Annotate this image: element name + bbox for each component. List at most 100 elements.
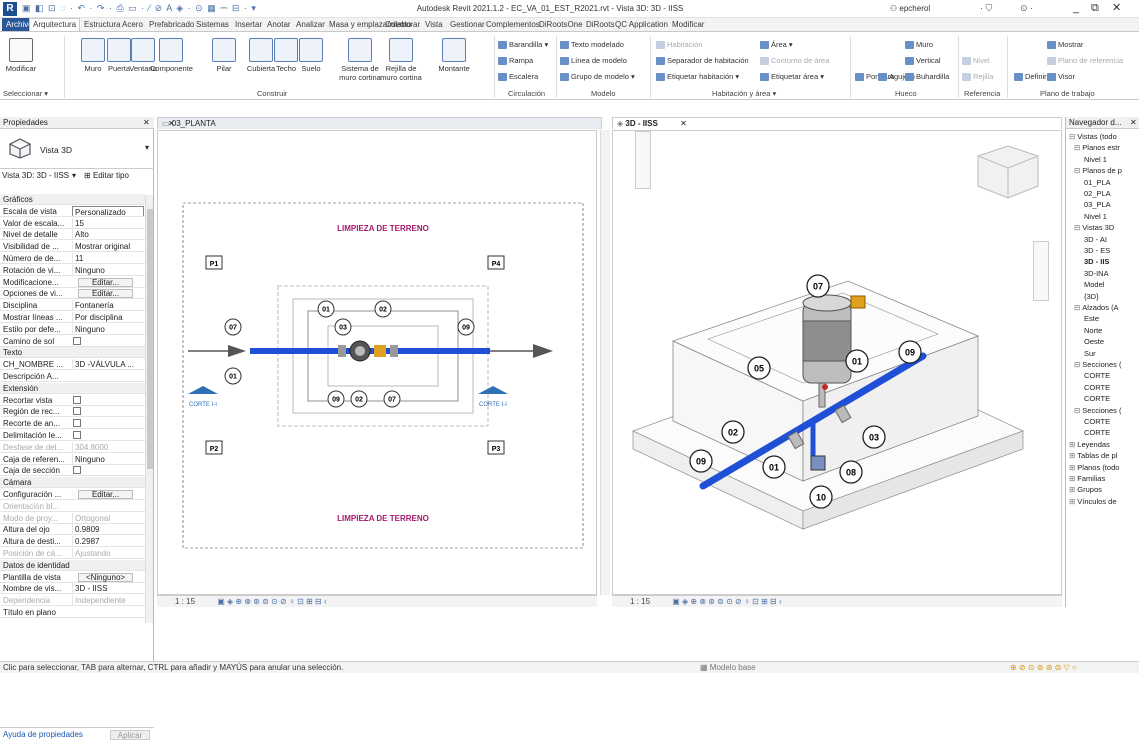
plano-definir-button[interactable]: Definir [1014, 72, 1047, 82]
property-row[interactable]: Modificacione... Editar... [0, 277, 145, 288]
property-row[interactable]: Recortar vista [0, 395, 145, 406]
selection-filter-icons[interactable]: ⊕ ⊘ ⊙ ⊚ ⊛ ⊜ ▽ ○ [1010, 662, 1077, 673]
edit-type-button[interactable]: ⊞ Editar tipo [84, 170, 129, 182]
browser-item[interactable]: {3D} [1084, 292, 1099, 302]
property-row[interactable]: Número de de... 11 [0, 253, 145, 264]
navigation-bar-left[interactable] [635, 131, 651, 189]
tab-anotar[interactable]: Anotar [267, 20, 291, 29]
browser-item[interactable]: 3D - AI [1084, 235, 1107, 245]
hueco-vertical-button[interactable]: Vertical [905, 56, 941, 66]
browser-item[interactable]: 3D-INA [1084, 269, 1109, 279]
habitacion-etiquetar-rea--button[interactable]: Etiquetar área ▾ [760, 72, 824, 82]
view-scale[interactable]: 1 : 15 [630, 597, 650, 606]
drain-grate[interactable] [810, 455, 826, 471]
tab-close-icon[interactable]: ✕ [680, 119, 687, 128]
property-row[interactable]: Opciones de vi... Editar... [0, 288, 145, 300]
build-suelo-button[interactable]: Suelo [290, 38, 332, 73]
browser-item[interactable]: Nivel 1 [1084, 155, 1107, 165]
restore-button[interactable]: ⧉ [1091, 2, 1099, 15]
expand-icon[interactable]: ⊞ [1069, 485, 1075, 494]
browser-item[interactable]: CORTE [1084, 428, 1110, 438]
property-checkbox[interactable] [73, 336, 81, 345]
property-value[interactable]: Por disciplina [72, 312, 144, 322]
property-value[interactable]: Ajustando [72, 548, 144, 558]
navigation-bar[interactable] [1033, 241, 1049, 301]
section-marker-left[interactable] [188, 386, 218, 394]
expand-icon[interactable]: ⊞ [1069, 497, 1075, 506]
plano-visor-button[interactable]: Visor [1047, 72, 1075, 82]
property-value[interactable]: Mostrar original [72, 241, 144, 252]
property-row[interactable]: Posición de cá... Ajustando [0, 548, 145, 559]
habitacion-habitaci-n-button[interactable]: Habitación [656, 40, 702, 50]
browser-item[interactable]: ⊟ Secciones ( [1074, 360, 1121, 370]
browser-item[interactable]: Nivel 1 [1084, 212, 1107, 222]
modelo-l-nea-de-modelo-button[interactable]: Línea de modelo [560, 56, 627, 66]
section-marker-right[interactable] [478, 386, 508, 394]
browser-item[interactable]: Norte [1084, 326, 1102, 336]
tab-estructura[interactable]: Estructura [84, 20, 120, 29]
property-row[interactable]: Rotación de vi... Ninguno [0, 264, 145, 276]
expand-icon[interactable]: ⊟ [1074, 406, 1080, 415]
property-row[interactable]: Dependencia Independiente [0, 595, 145, 607]
property-value[interactable]: Independiente [72, 595, 144, 606]
browser-item[interactable]: ⊞ Grupos [1069, 485, 1102, 495]
close-button[interactable]: ✕ [1112, 1, 1121, 14]
browser-item[interactable]: Model [1084, 280, 1104, 290]
select-dropdown[interactable]: Seleccionar ▾ [3, 89, 48, 98]
property-row[interactable]: Escala de vista Personalizado [0, 205, 145, 217]
3d-view-canvas[interactable]: 07 09 01 05 02 03 09 08 01 10 [612, 130, 1062, 595]
property-row[interactable]: Visibilidad de ... Mostrar original [0, 241, 145, 253]
tab-gestionar[interactable]: Gestionar [450, 20, 485, 29]
browser-item[interactable]: CORTE [1084, 371, 1110, 381]
property-section[interactable]: Cámara [0, 477, 145, 489]
property-value[interactable]: Ortogonal [72, 512, 144, 523]
browser-item[interactable]: ⊟ Planos de p [1074, 166, 1122, 176]
expand-icon[interactable]: ⊞ [1069, 474, 1075, 483]
property-checkbox[interactable] [73, 419, 81, 428]
build-componente-button[interactable]: Componente [150, 38, 193, 73]
browser-item[interactable]: 01_PLA [1084, 178, 1111, 188]
property-row[interactable]: Orientación bl... [0, 501, 145, 512]
browser-item[interactable]: Este [1084, 314, 1099, 324]
user-name[interactable]: ⚇ epcherol [890, 4, 930, 13]
property-row[interactable]: Recorte de an... [0, 418, 145, 430]
tab-03-planta[interactable]: ▭ 03_PLANTA ✕ [157, 117, 602, 129]
property-section[interactable]: Texto [0, 347, 145, 359]
property-row[interactable]: Descripción A... [0, 371, 145, 382]
habitacion--rea--button[interactable]: Área ▾ [760, 40, 793, 50]
type-selector[interactable]: Vista 3D ▾ [0, 129, 154, 169]
tab-analizar[interactable]: Analizar [296, 20, 325, 29]
property-edit-button[interactable]: Editar... [78, 490, 133, 499]
minimize-button[interactable]: _ [1073, 2, 1079, 14]
property-value[interactable]: Ninguno [72, 453, 144, 464]
tab-insertar[interactable]: Insertar [235, 20, 262, 29]
close-icon[interactable]: ✕ [1130, 117, 1137, 129]
property-edit-button[interactable]: Editar... [78, 289, 133, 299]
expand-icon[interactable]: ⊞ [1069, 451, 1075, 460]
view-control-icons[interactable]: ▣ ◈ ⊕ ⊗ ⊛ ⊜ ⊙ ⊘ ♀ ⊡ ⊞ ⊟ ‹ [672, 597, 781, 606]
habitacion-contorno-de-rea-button[interactable]: Contorno de área [760, 56, 829, 66]
property-row[interactable]: Configuración ... Editar... [0, 489, 145, 500]
crop-region[interactable] [182, 202, 584, 549]
instance-selector[interactable]: Vista 3D: 3D - IISS ▾ ⊞ Editar tipo [0, 170, 154, 182]
apply-button[interactable]: Aplicar [110, 730, 150, 740]
property-value[interactable]: 0.9809 [72, 524, 144, 535]
property-checkbox[interactable] [73, 395, 81, 404]
expand-icon[interactable]: ⊟ [1074, 143, 1080, 152]
view-scale[interactable]: 1 : 15 [175, 597, 195, 606]
revit-logo-icon[interactable]: R [3, 2, 17, 16]
expand-icon[interactable]: ⊟ [1074, 223, 1080, 232]
property-row[interactable]: Título en plano [0, 607, 145, 618]
property-value[interactable]: 304.8000 [72, 441, 144, 452]
plano-mostrar-button[interactable]: Mostrar [1047, 40, 1083, 50]
expand-icon[interactable]: ⊟ [1074, 303, 1080, 312]
tab-3d-iiss[interactable]: ◈ 3D - IISS ✕ [612, 117, 1062, 129]
view-control-icons[interactable]: ▣ ◈ ⊕ ⊗ ⊛ ⊜ ⊙ ⊘ ♀ ⊡ ⊞ ⊟ ‹ [217, 597, 326, 606]
workset-selector[interactable]: ▦ Modelo base [700, 662, 756, 673]
referencia-rejilla-button[interactable]: Rejilla [962, 72, 993, 82]
browser-item[interactable]: ⊟ Vistas 3D [1074, 223, 1114, 233]
habitacion-separador-de-habitaci-n-button[interactable]: Separador de habitación [656, 56, 749, 66]
tab-vista[interactable]: Vista [425, 20, 443, 29]
property-row[interactable]: Caja de sección [0, 465, 145, 477]
help-icon[interactable]: ⊙ · [1020, 3, 1033, 14]
